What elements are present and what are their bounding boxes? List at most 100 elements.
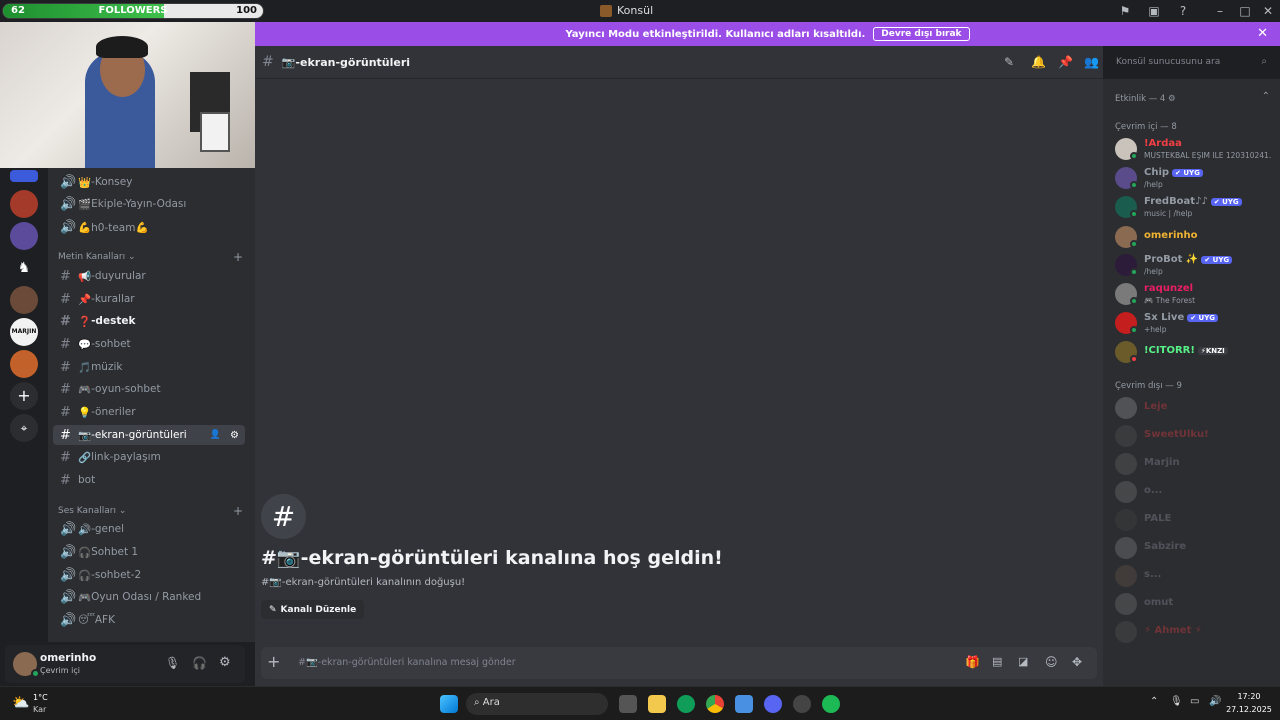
activity-header[interactable]: Etkinlik — 4 ⚙	[1115, 94, 1176, 104]
server-icon-4[interactable]: ♞	[10, 254, 38, 282]
member-item[interactable]: raqunzel 🎮 The Forest	[1115, 281, 1275, 309]
channel-h0-team[interactable]: 🔊 💪 h0-team💪	[53, 217, 245, 237]
emoji-icon[interactable]: ☺	[1045, 655, 1058, 669]
speaker-icon: 🔊	[60, 544, 77, 560]
voice-sohbet-2[interactable]: 🔊 🎧 -sohbet-2	[53, 565, 245, 585]
threads-icon[interactable]: ✎	[1004, 55, 1014, 69]
hash-icon: #	[262, 54, 274, 70]
channel-bot[interactable]: # bot	[53, 470, 245, 490]
member-item[interactable]: Sabzire	[1115, 535, 1275, 563]
member-list-icon[interactable]: 👥	[1084, 55, 1099, 69]
channel-link-paylasim[interactable]: # 🔗 link-paylaşım	[53, 447, 245, 467]
category-text-channels[interactable]: Metin Kanalları ⌄	[58, 252, 136, 262]
clock-date[interactable]: 27.12.2025	[1226, 705, 1272, 714]
voice-genel[interactable]: 🔊 🔊 -genel	[53, 519, 245, 539]
gift-icon[interactable]: 🎁	[965, 655, 980, 669]
close-window-icon[interactable]: ✕	[1260, 3, 1276, 19]
app-icon[interactable]	[735, 695, 753, 713]
channel-oneriler[interactable]: # 💡 -öneriler	[53, 402, 245, 422]
pinned-icon[interactable]: 📌	[1058, 55, 1073, 69]
tray-mic-icon[interactable]: 🎙	[1170, 696, 1183, 707]
member-item[interactable]: SweetUlku!	[1115, 423, 1275, 451]
edge-icon[interactable]	[677, 695, 695, 713]
microphone-icon[interactable]: 🎙	[165, 656, 180, 670]
member-item[interactable]: omerinho	[1115, 224, 1275, 252]
add-voice-channel-icon[interactable]: +	[233, 504, 243, 518]
member-name: raqunzel	[1144, 283, 1194, 294]
apps-icon[interactable]: ✥	[1072, 655, 1082, 669]
channel-duyurular[interactable]: # 📢 -duyurular	[53, 266, 245, 286]
task-view-icon[interactable]	[619, 695, 637, 713]
gear-icon[interactable]: ⚙	[230, 430, 239, 441]
taskbar-search[interactable]: ⌕ Ara	[466, 693, 608, 715]
close-banner-icon[interactable]: ✕	[1257, 26, 1268, 41]
server-icon-7[interactable]	[10, 350, 38, 378]
member-item[interactable]: !Ardaa MUSTEKBAL EŞIM ILE 120310241...	[1115, 136, 1275, 164]
invite-icon[interactable]: 👤	[210, 430, 221, 440]
discover-icon[interactable]: ⌖	[10, 414, 38, 442]
tray-chevron-up-icon[interactable]: ⌃	[1150, 696, 1158, 707]
inbox-flag-icon[interactable]: ⚑	[1117, 3, 1133, 19]
member-item[interactable]: s...	[1115, 563, 1275, 591]
voice-oyun-odasi[interactable]: 🔊 🎮 Oyun Odası / Ranked	[53, 587, 245, 607]
channel-oyun-sohbet[interactable]: # 🎮 -oyun-sohbet	[53, 379, 245, 399]
maximize-icon[interactable]: □	[1237, 3, 1253, 19]
tray-volume-icon[interactable]: 🔊	[1209, 696, 1221, 707]
channel-ekiple-yayin-odasi[interactable]: 🔊 🎬 Ekiple-Yayın-Odası	[53, 194, 245, 214]
gif-icon[interactable]: ▤	[992, 655, 1002, 668]
add-channel-icon[interactable]: +	[233, 250, 243, 264]
user-settings-gear-icon[interactable]: ⚙	[219, 655, 231, 670]
add-server-icon[interactable]: +	[10, 382, 38, 410]
speaker-icon: 🔊	[60, 174, 77, 190]
file-explorer-icon[interactable]	[648, 695, 666, 713]
search-input[interactable]: Konsül sunucusunu ara ⌕	[1110, 53, 1273, 72]
channel-emoji: 📢	[78, 270, 92, 283]
member-name: omut	[1144, 597, 1174, 608]
edit-channel-button[interactable]: ✎ Kanalı Düzenle	[261, 600, 365, 619]
channel-kurallar[interactable]: # 📌 -kurallar	[53, 289, 245, 309]
chevron-up-icon[interactable]: ⌃	[1262, 91, 1270, 102]
weather-icon[interactable]: ⛅	[12, 695, 29, 711]
add-attachment-icon[interactable]: +	[267, 652, 280, 671]
disable-streamer-mode-button[interactable]: Devre dışı bırak	[873, 27, 970, 41]
member-item[interactable]: ProBot ✨ ✔ UYG/help	[1115, 252, 1275, 280]
member-item[interactable]: PALE	[1115, 507, 1275, 535]
member-item[interactable]: ⚡ Ahmet ⚡	[1115, 619, 1275, 647]
server-icon-3[interactable]	[10, 222, 38, 250]
server-icon-1[interactable]	[10, 170, 38, 182]
clock-time[interactable]: 17:20	[1228, 692, 1270, 701]
channel-destek[interactable]: # ❓ -destek	[53, 311, 245, 331]
channel-label: -sohbet	[91, 338, 131, 350]
voice-afk[interactable]: 🔊 😴 AFK	[53, 610, 245, 630]
member-item[interactable]: FredBoat♪♪ ✔ UYG music | /help	[1115, 194, 1275, 222]
screen-icon[interactable]: ▣	[1146, 3, 1162, 19]
obs-icon[interactable]	[793, 695, 811, 713]
category-voice-channels[interactable]: Ses Kanalları ⌄	[58, 506, 126, 516]
channel-sohbet[interactable]: # 💬 -sohbet	[53, 334, 245, 354]
chrome-icon[interactable]	[706, 695, 724, 713]
voice-sohbet-1[interactable]: 🔊 🎧 Sohbet 1	[53, 542, 245, 562]
server-icon-5[interactable]	[10, 286, 38, 314]
headphones-icon[interactable]: 🎧	[192, 656, 207, 670]
minimize-icon[interactable]: –	[1212, 3, 1228, 19]
channel-muzik[interactable]: # 🎵 müzik	[53, 357, 245, 377]
message-composer[interactable]: + #📷-ekran-görüntüleri kanalına mesaj gö…	[261, 647, 1097, 679]
help-icon[interactable]: ?	[1175, 3, 1191, 19]
discord-icon[interactable]	[764, 695, 782, 713]
member-item[interactable]: !CITORR! ⚡KNZI	[1115, 339, 1275, 367]
windows-start-icon[interactable]	[440, 695, 458, 713]
member-item[interactable]: Chip ✔ UYG/help	[1115, 165, 1275, 193]
channel-ekran-goruntuleri[interactable]: # 📷 -ekran-görüntüleri 👤 ⚙	[53, 425, 245, 445]
server-icon-marjin[interactable]: MARJIN	[10, 318, 38, 346]
member-item[interactable]: Leje	[1115, 395, 1275, 423]
member-item[interactable]: omut	[1115, 591, 1275, 619]
tray-network-icon[interactable]: ▭	[1190, 696, 1199, 707]
member-item[interactable]: o...	[1115, 479, 1275, 507]
channel-konsey[interactable]: 🔊 👑 -Konsey	[53, 172, 245, 192]
server-icon-2[interactable]	[10, 190, 38, 218]
sticker-icon[interactable]: ◪	[1018, 655, 1028, 668]
member-item[interactable]: Sx Live ✔ UYG +help	[1115, 310, 1275, 338]
member-item[interactable]: Marjin	[1115, 451, 1275, 479]
spotify-icon[interactable]	[822, 695, 840, 713]
notifications-bell-icon[interactable]: 🔔	[1031, 55, 1046, 69]
